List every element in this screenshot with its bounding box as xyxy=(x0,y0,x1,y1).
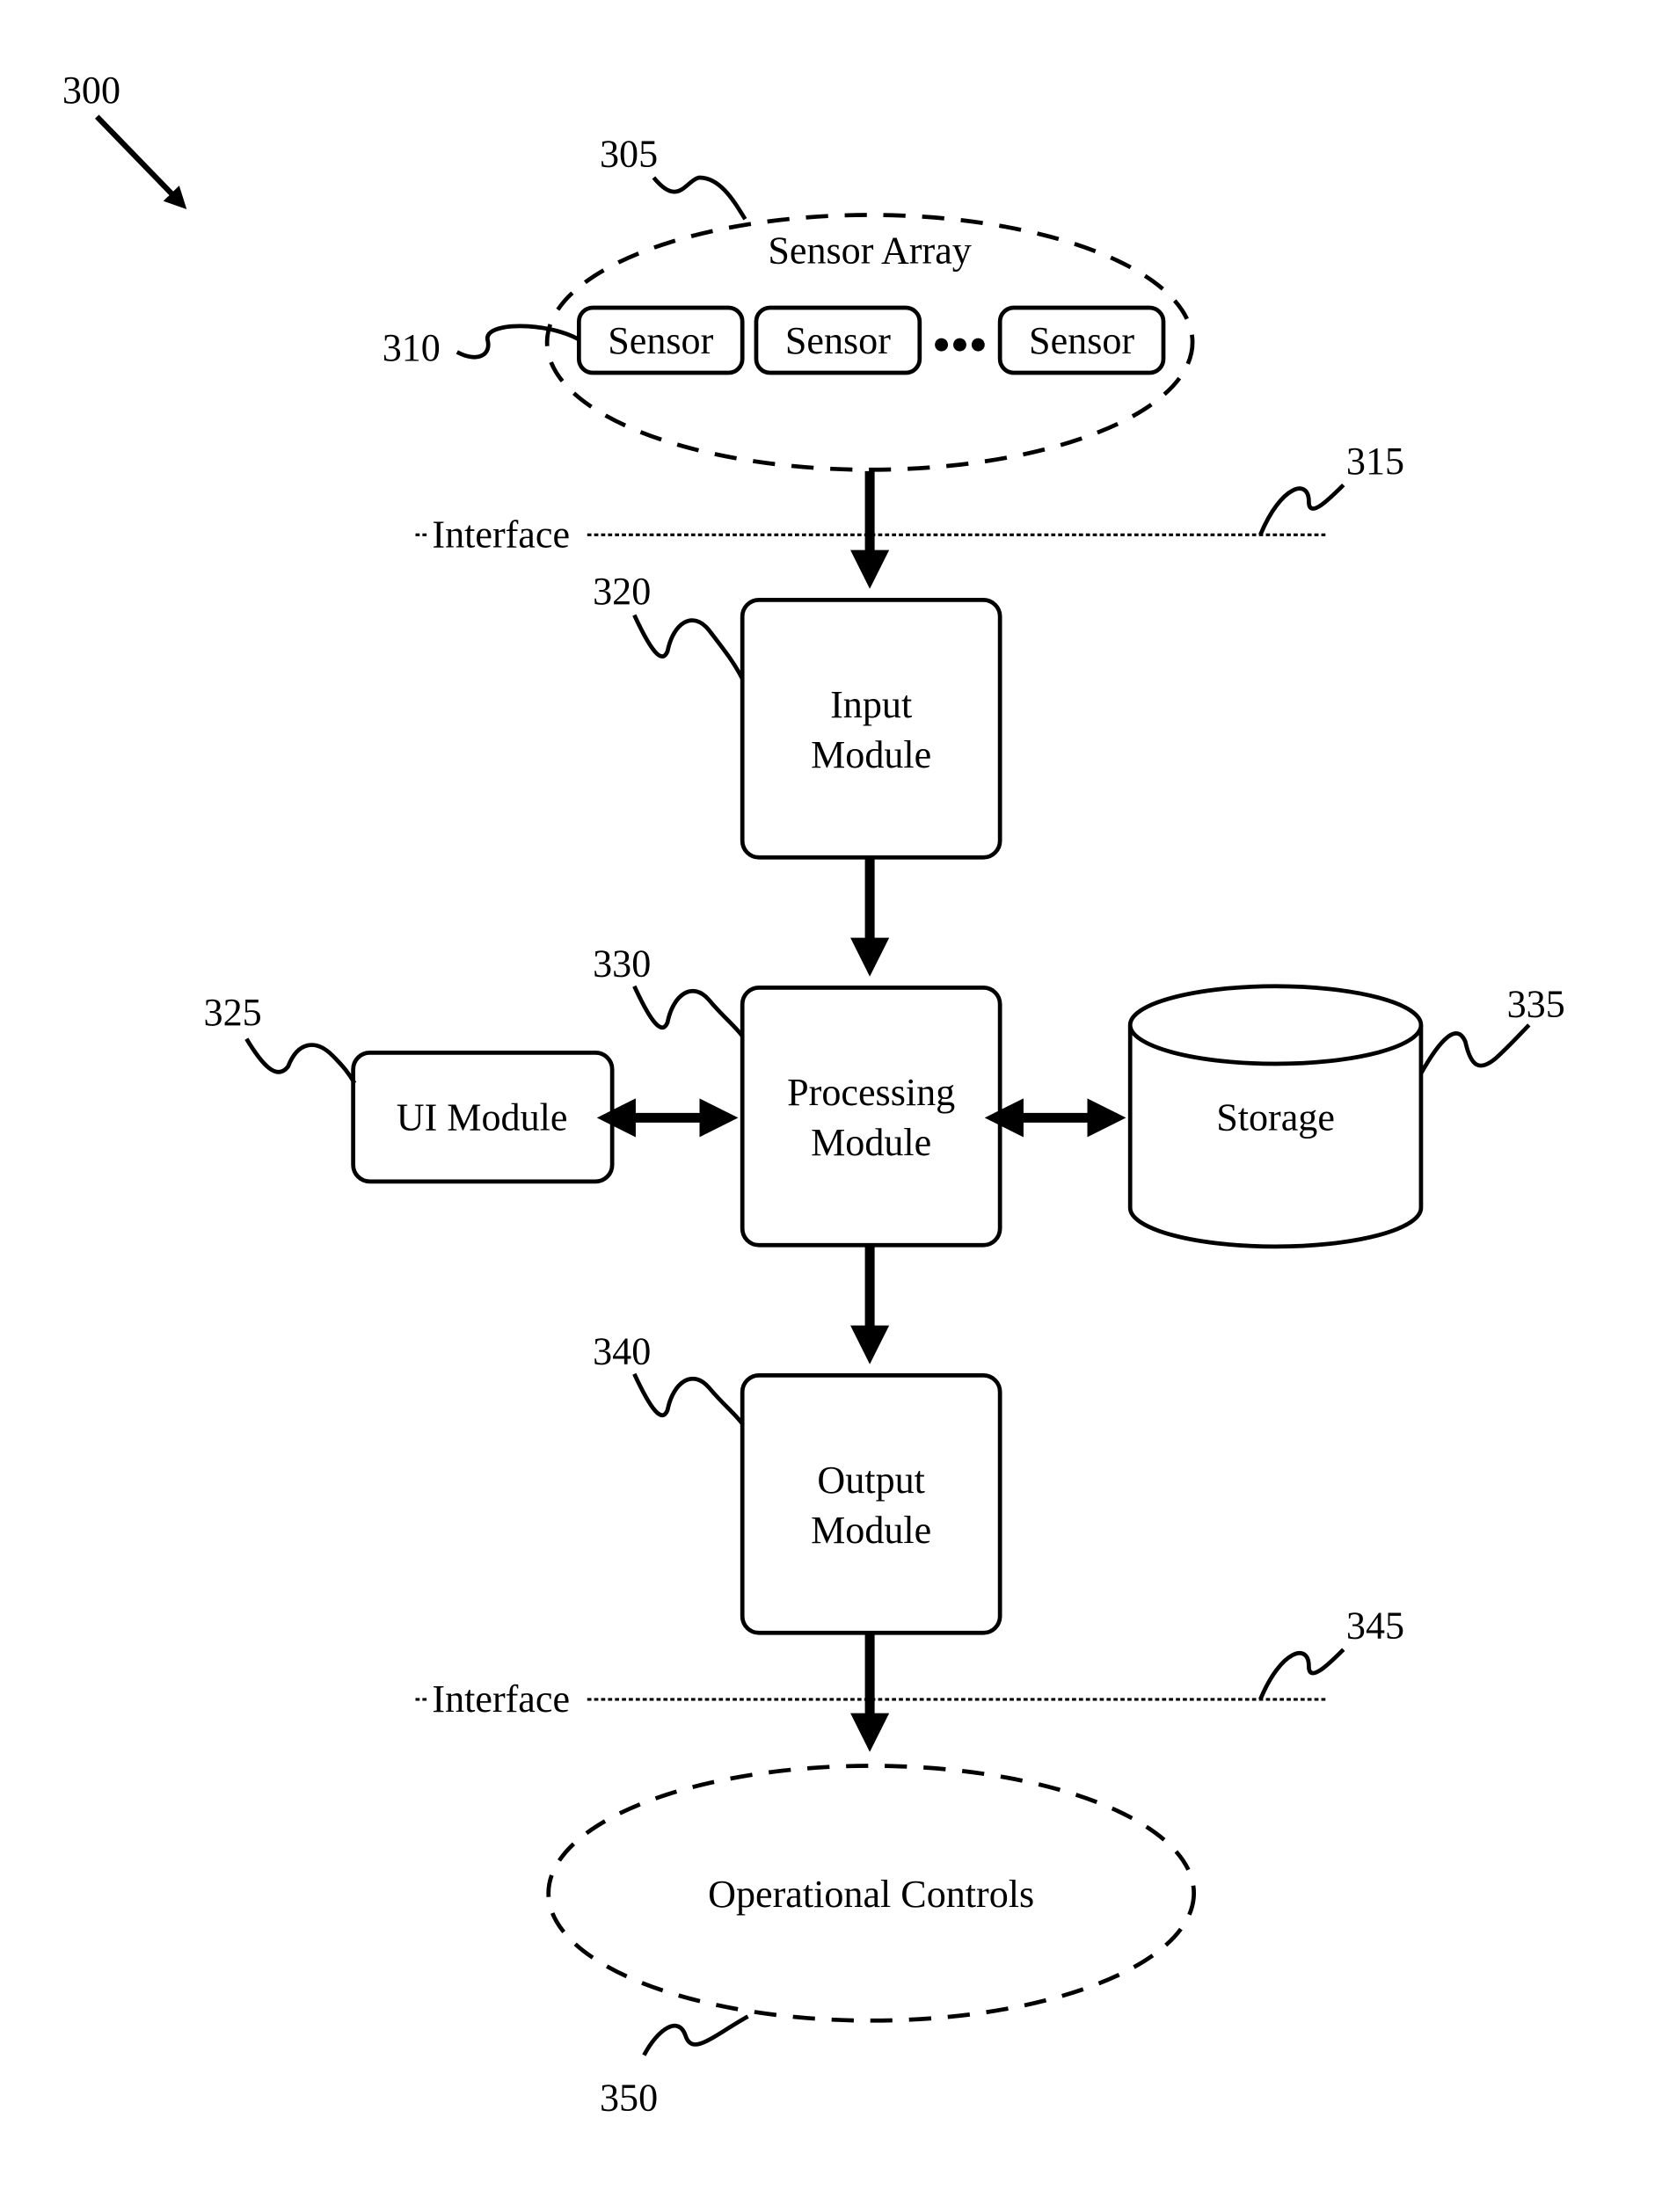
leader-350 xyxy=(642,2014,749,2056)
ref-310: 310 xyxy=(383,326,441,369)
sensor-label-3: Sensor xyxy=(1029,319,1134,362)
figure-pointer-arrow xyxy=(94,114,187,209)
output-module-line2: Module xyxy=(811,1509,931,1552)
ref-345: 345 xyxy=(1346,1604,1404,1648)
sensor-array-label: Sensor Array xyxy=(768,229,971,273)
ref-325: 325 xyxy=(204,991,262,1034)
input-module-box xyxy=(740,597,1002,860)
leader-335 xyxy=(1418,1023,1531,1075)
storage-top xyxy=(1127,984,1424,1066)
operational-controls-label: Operational Controls xyxy=(708,1873,1034,1916)
ref-340: 340 xyxy=(593,1330,651,1373)
storage-label: Storage xyxy=(1216,1096,1335,1139)
interface-top-label: Interface xyxy=(432,513,570,556)
leader-325 xyxy=(244,1037,357,1085)
ref-315: 315 xyxy=(1346,440,1404,483)
ref-335: 335 xyxy=(1507,982,1565,1025)
processing-module-box xyxy=(740,985,1002,1248)
leader-315 xyxy=(1258,483,1345,536)
ref-305: 305 xyxy=(600,132,658,175)
output-module-box xyxy=(740,1372,1002,1635)
ui-module-label: UI Module xyxy=(397,1096,568,1139)
leader-320 xyxy=(632,614,745,680)
leader-330 xyxy=(632,985,745,1037)
ref-330: 330 xyxy=(593,942,651,986)
ref-320: 320 xyxy=(593,570,651,613)
block-diagram: 300 Sensor Array Sensor Sensor ●●● Senso… xyxy=(62,69,1565,2120)
processing-module-line1: Processing xyxy=(787,1071,955,1114)
processing-module-line2: Module xyxy=(811,1121,931,1164)
figure-ref-label: 300 xyxy=(62,69,120,112)
ref-350: 350 xyxy=(600,2077,658,2120)
interface-bottom-label: Interface xyxy=(432,1677,570,1721)
sensor-label-2: Sensor xyxy=(785,319,891,362)
sensor-array: Sensor Array Sensor Sensor ●●● Sensor xyxy=(544,213,1195,472)
leader-305 xyxy=(652,175,747,221)
ellipsis-dots: ●●● xyxy=(932,327,988,360)
input-module-line2: Module xyxy=(811,733,931,776)
input-module-line1: Input xyxy=(830,683,912,726)
output-module-line1: Output xyxy=(817,1459,925,1502)
leader-310 xyxy=(456,324,580,360)
sensor-label-1: Sensor xyxy=(608,319,713,362)
leader-345 xyxy=(1258,1648,1345,1700)
leader-340 xyxy=(632,1372,745,1425)
